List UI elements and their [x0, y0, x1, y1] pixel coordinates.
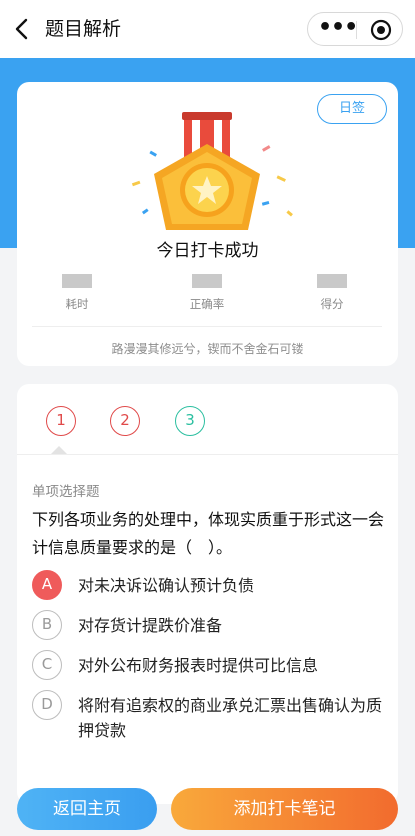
daily-sign-button[interactable]: 日签 [317, 94, 387, 124]
add-note-button[interactable]: 添加打卡笔记 [171, 788, 398, 830]
capsule-divider [356, 21, 357, 39]
page-title: 题目解析 [45, 18, 122, 40]
stat-label: 得分 [320, 297, 344, 311]
option-c[interactable]: C 对外公布财务报表时提供可比信息 [32, 650, 392, 690]
options-list: A 对未决诉讼确认预计负债 B 对存货计提跌价准备 C 对外公布财务报表时提供可… [32, 570, 392, 743]
question-tab-3[interactable]: 3 [175, 406, 205, 436]
question-tab-2[interactable]: 2 [110, 406, 140, 436]
result-card: 日签 今日打卡成功 耗时 正确率 得分 路漫漫其修远兮，锲而不舍金石可镂 [17, 82, 398, 366]
active-tab-pointer [51, 446, 67, 454]
target-icon[interactable] [370, 19, 392, 41]
stat-score: 得分 [292, 274, 372, 312]
medal-icon [131, 112, 293, 230]
question-type: 单项选择题 [32, 484, 100, 500]
chevron-left-icon[interactable] [12, 17, 34, 41]
stat-value-redacted [62, 274, 92, 288]
question-stem: 下列各项业务的处理中，体现实质重于形式这一会计信息质量要求的是（ ）。 [32, 510, 385, 557]
question-tabs: 1 2 3 [17, 384, 398, 454]
stat-label: 耗时 [65, 297, 89, 311]
back-home-button[interactable]: 返回主页 [17, 788, 157, 830]
motto-quote: 路漫漫其修远兮，锲而不舍金石可镂 [111, 342, 304, 356]
divider [32, 326, 382, 327]
bottom-action-bar: 返回主页 添加打卡笔记 [0, 780, 415, 836]
option-b[interactable]: B 对存货计提跌价准备 [32, 610, 392, 650]
option-letter: A [32, 570, 62, 600]
option-letter: C [32, 650, 62, 680]
checkin-success-title: 今日打卡成功 [156, 241, 259, 261]
stat-time: 耗时 [37, 274, 117, 312]
stat-value-redacted [192, 274, 222, 288]
stats-row: 耗时 正确率 得分 [17, 274, 398, 314]
stat-value-redacted [317, 274, 347, 288]
option-d[interactable]: D 将附有追索权的商业承兑汇票出售确认为质押贷款 [32, 690, 392, 743]
more-icon[interactable]: ••• [318, 15, 358, 43]
option-letter: D [32, 690, 62, 720]
option-text: 对外公布财务报表时提供可比信息 [78, 656, 319, 675]
mini-program-capsule: ••• [307, 12, 403, 46]
option-text: 对存货计提跌价准备 [78, 616, 223, 635]
question-tab-1[interactable]: 1 [46, 406, 76, 436]
option-text: 对未决诉讼确认预计负债 [78, 576, 255, 595]
nav-bar: 题目解析 ••• [0, 0, 415, 58]
option-text: 将附有追索权的商业承兑汇票出售确认为质押贷款 [78, 696, 383, 740]
stat-accuracy: 正确率 [167, 274, 247, 312]
option-letter: B [32, 610, 62, 640]
stat-label: 正确率 [189, 297, 225, 311]
option-a[interactable]: A 对未决诉讼确认预计负债 [32, 570, 392, 610]
question-card: 1 2 3 单项选择题 下列各项业务的处理中，体现实质重于形式这一会计信息质量要… [17, 384, 398, 804]
divider [17, 454, 398, 455]
